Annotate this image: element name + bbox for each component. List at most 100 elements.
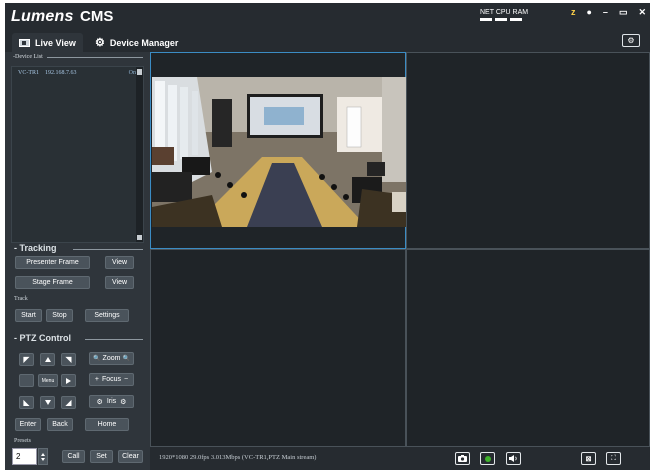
start-button[interactable]: Start <box>15 309 42 322</box>
arrow-up-left-icon: ◤ <box>23 354 30 364</box>
stage-frame-button[interactable]: Stage Frame <box>15 276 90 289</box>
ptz-up-left-button[interactable]: ◤ <box>19 353 34 366</box>
maximize-icon[interactable]: ▭ <box>619 7 628 18</box>
presenter-frame-button[interactable]: Presenter Frame <box>15 256 90 269</box>
iris-close-icon[interactable]: ⚙ <box>97 398 103 406</box>
minimize-icon[interactable]: – <box>603 7 608 18</box>
video-cell-3[interactable] <box>150 249 406 447</box>
arrow-down-right-icon: ◢ <box>65 397 72 407</box>
call-button[interactable]: Call <box>62 450 85 463</box>
presenter-view-button[interactable]: View <box>105 256 134 269</box>
device-status: On <box>128 70 136 76</box>
device-list: VC-TR1 192.168.7.63 On <box>11 66 144 243</box>
window-controls: z ● – ▭ ✕ <box>571 7 646 18</box>
focus-label: Focus <box>101 376 122 383</box>
speaker-icon <box>509 455 517 462</box>
tab-device-manager-label: Device Manager <box>109 37 179 48</box>
zoom-control[interactable]: 🔍 Zoom 🔍 <box>89 352 134 365</box>
cpu-meter <box>495 18 507 21</box>
device-ip: 192.168.7.63 <box>45 70 77 76</box>
arrow-right-icon <box>66 377 71 384</box>
stepper-up-icon[interactable] <box>41 452 45 456</box>
iris-label: Iris <box>106 398 117 405</box>
tab-live-view-label: Live View <box>35 37 76 48</box>
clear-button[interactable]: Clear <box>118 450 143 463</box>
fullscreen-icon: ⛶ <box>611 454 616 462</box>
device-list-scrollbar[interactable] <box>136 67 143 242</box>
arrow-up-icon <box>44 357 51 362</box>
ptz-down-right-button[interactable]: ◢ <box>61 396 76 409</box>
tracking-title: - Tracking <box>14 243 57 253</box>
divider <box>47 57 143 58</box>
record-icon <box>484 455 491 462</box>
zoom-out-icon[interactable]: 🔍 <box>93 355 100 362</box>
system-meters: NET CPU RAM <box>480 9 528 21</box>
arrow-down-left-icon: ◣ <box>23 397 30 407</box>
stream-info: 1920*1080 29.0fps 3.013Mbps (VC-TR1,PTZ … <box>159 454 317 461</box>
preset-value: 2 <box>16 452 21 461</box>
info-icon[interactable]: ● <box>586 7 591 18</box>
status-bar: 1920*1080 29.0fps 3.013Mbps (VC-TR1,PTZ … <box>150 447 650 470</box>
scroll-down-arrow[interactable] <box>137 235 142 240</box>
ptz-up-right-button[interactable]: ◥ <box>61 353 76 366</box>
video-grid <box>150 52 650 447</box>
settings-gear-button[interactable]: ⚙ <box>622 34 640 47</box>
ptz-control-title: - PTZ Control <box>14 333 71 343</box>
z-icon[interactable]: z <box>571 7 576 18</box>
scroll-up-arrow[interactable] <box>137 69 142 75</box>
app-name: CMS <box>80 8 114 25</box>
video-cell-1[interactable] <box>150 52 406 249</box>
home-button[interactable]: Home <box>85 418 129 431</box>
settings-gear-icon: ⚙ <box>627 36 635 45</box>
device-list-label: -Device List <box>13 54 43 60</box>
tab-device-manager[interactable]: ⚙ Device Manager <box>88 33 185 52</box>
focus-minus-icon[interactable]: − <box>124 376 128 383</box>
set-button[interactable]: Set <box>90 450 113 463</box>
ptz-menu-button[interactable]: Menu <box>38 374 58 387</box>
app-window: Lumens CMS NET CPU RAM z ● – ▭ ✕ Live Vi… <box>5 3 650 470</box>
meter-bars <box>480 18 528 21</box>
camera-icon <box>458 455 467 462</box>
audio-button[interactable] <box>506 452 521 465</box>
focus-plus-icon[interactable]: + <box>95 376 99 383</box>
tracking-settings-button[interactable]: Settings <box>85 309 129 322</box>
fullscreen-button[interactable]: ⛶ <box>606 452 621 465</box>
focus-control[interactable]: + Focus − <box>89 373 134 386</box>
ram-meter <box>510 18 522 21</box>
arrow-down-icon <box>44 400 51 405</box>
stage-view-button[interactable]: View <box>105 276 134 289</box>
divider <box>85 339 143 340</box>
close-box-icon: ⊠ <box>585 455 592 463</box>
back-button[interactable]: Back <box>47 418 73 431</box>
video-cell-2[interactable] <box>406 52 650 249</box>
close-stream-button[interactable]: ⊠ <box>581 452 596 465</box>
iris-control[interactable]: ⚙ Iris ⚙ <box>89 395 134 408</box>
preset-stepper[interactable] <box>38 448 48 465</box>
ptz-left-button[interactable] <box>19 374 34 430</box>
iris-open-icon[interactable]: ⚙ <box>120 398 126 406</box>
title-bar: Lumens CMS NET CPU RAM z ● – ▭ ✕ <box>5 3 650 30</box>
ptz-down-left-button[interactable]: ◣ <box>19 396 34 409</box>
left-panel: -Device List VC-TR1 192.168.7.63 On - Tr… <box>5 52 150 470</box>
tab-bar: Live View ⚙ Device Manager ⚙ <box>5 30 650 52</box>
close-icon[interactable]: ✕ <box>638 7 646 18</box>
net-meter <box>480 18 492 21</box>
preset-number-input[interactable]: 2 <box>12 448 37 465</box>
gear-icon: ⚙ <box>95 37 105 49</box>
arrow-up-right-icon: ◥ <box>65 354 72 364</box>
enter-button[interactable]: Enter <box>15 418 41 431</box>
record-button[interactable] <box>480 452 495 465</box>
stepper-down-icon[interactable] <box>41 457 45 461</box>
snapshot-button[interactable] <box>455 452 470 465</box>
zoom-in-icon[interactable]: 🔍 <box>122 355 129 362</box>
presets-label: Presets <box>14 438 31 444</box>
stop-button[interactable]: Stop <box>46 309 73 322</box>
ptz-up-button[interactable] <box>40 353 55 366</box>
device-name: VC-TR1 <box>18 70 39 76</box>
list-item[interactable]: VC-TR1 192.168.7.63 On <box>18 70 136 76</box>
meters-label: NET CPU RAM <box>480 9 529 16</box>
ptz-down-button[interactable] <box>40 396 55 409</box>
video-cell-4[interactable] <box>406 249 650 447</box>
ptz-right-button[interactable] <box>61 374 76 387</box>
tab-live-view[interactable]: Live View <box>12 33 83 52</box>
